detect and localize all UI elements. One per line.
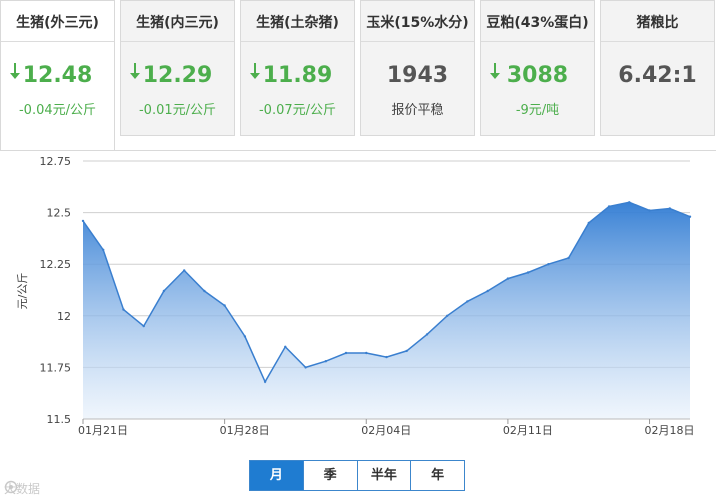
- data-point: [466, 300, 469, 303]
- data-point: [162, 289, 166, 293]
- data-point: [142, 324, 145, 328]
- y-tick-label: 11.5: [47, 413, 72, 426]
- card-value: 3088: [481, 63, 594, 88]
- card-change: -0.01元/公斤: [138, 103, 217, 118]
- card-change: -9元/吨: [515, 103, 560, 118]
- watermark: 大数据: [4, 480, 40, 497]
- y-tick-label: 12: [57, 310, 71, 323]
- price-cards: 生猪(外三元) 12.48 -0.04元/公斤 生猪(内三元) 12.29 -0…: [0, 0, 716, 150]
- data-point: [446, 314, 449, 317]
- data-point: [203, 289, 206, 293]
- card-title: 猪粮比: [636, 15, 679, 31]
- price-trend-chart: 01月21日 01月28日 02月04日 02月11日 02月18日 11.5 11.75…: [16, 155, 695, 437]
- data-point: [547, 263, 550, 266]
- card-divider: [361, 41, 474, 42]
- card-title: 生猪(外三元): [16, 15, 99, 31]
- data-point: [223, 304, 226, 307]
- card-divider: [601, 41, 714, 42]
- price-card-corn[interactable]: 玉米(15%水分) 1943 报价平稳: [360, 0, 475, 136]
- data-point: [122, 308, 125, 311]
- time-range-tabs: 月 季 半年 年: [249, 460, 465, 491]
- price-chart: 01月21日 01月28日 02月04日 02月11日 02月18日 11.5 11.75…: [0, 150, 716, 503]
- data-point: [81, 219, 85, 223]
- down-arrow-icon: [490, 63, 500, 79]
- card-value: 11.89: [241, 63, 354, 88]
- card-change: -0.04元/公斤: [18, 103, 97, 118]
- card-title: 生猪(土杂猪): [256, 15, 339, 31]
- y-tick-label: 11.75: [40, 361, 72, 374]
- x-tick-label: 02月04日: [361, 424, 411, 437]
- data-point: [324, 360, 327, 363]
- card-change: 报价平稳: [391, 103, 444, 118]
- data-point: [385, 355, 388, 359]
- tab-quarter[interactable]: 季: [303, 461, 358, 490]
- price-card-live-pig-outer[interactable]: 生猪(外三元) 12.48 -0.04元/公斤: [0, 0, 115, 150]
- price-card-soybean-meal[interactable]: 豆粕(43%蛋白) 3088 -9元/吨: [480, 0, 595, 136]
- y-tick-label: 12.25: [40, 258, 72, 271]
- data-point: [263, 380, 267, 383]
- price-card-pig-grain-ratio[interactable]: 猪粮比 6.42:1: [600, 0, 715, 136]
- price-card-live-pig-local[interactable]: 生猪(土杂猪) 11.89 -0.07元/公斤: [240, 0, 355, 136]
- tab-year[interactable]: 年: [411, 461, 464, 490]
- logo-icon: [4, 480, 18, 494]
- card-value: 1943: [386, 63, 449, 88]
- down-arrow-icon: [10, 63, 20, 79]
- y-axis-label: 元/公斤: [16, 273, 29, 310]
- data-point: [365, 351, 368, 355]
- card-divider: [241, 41, 354, 42]
- y-tick-label: 12.5: [47, 207, 72, 220]
- data-point: [284, 345, 287, 348]
- data-point: [526, 271, 530, 274]
- card-divider: [481, 41, 594, 42]
- data-point: [102, 248, 105, 251]
- down-arrow-icon: [250, 63, 260, 79]
- tab-half-year[interactable]: 半年: [357, 461, 412, 490]
- data-point: [587, 221, 590, 225]
- x-tick-label: 02月18日: [645, 424, 695, 437]
- card-change: -0.07元/公斤: [258, 103, 337, 118]
- data-point: [425, 333, 429, 336]
- price-card-live-pig-inner[interactable]: 生猪(内三元) 12.29 -0.01元/公斤: [120, 0, 235, 136]
- data-point: [243, 335, 247, 338]
- tab-month[interactable]: 月: [250, 461, 304, 490]
- data-point: [486, 289, 489, 293]
- card-value: 12.48: [1, 63, 114, 88]
- data-point: [648, 209, 651, 212]
- data-point: [668, 207, 671, 210]
- card-divider: [1, 41, 114, 42]
- data-point: [688, 215, 692, 218]
- card-title: 生猪(内三元): [136, 15, 219, 31]
- data-point: [344, 351, 348, 355]
- y-tick-label: 12.75: [40, 155, 72, 168]
- area-fill: [83, 202, 690, 419]
- data-point: [506, 277, 510, 280]
- card-title: 玉米(15%水分): [366, 15, 469, 31]
- data-point: [567, 256, 570, 260]
- data-point: [304, 366, 307, 369]
- x-tick-label: 01月21日: [78, 424, 128, 437]
- down-arrow-icon: [130, 63, 140, 79]
- x-tick-label: 01月28日: [220, 424, 270, 437]
- data-point: [607, 205, 611, 208]
- card-title: 豆粕(43%蛋白): [486, 15, 589, 31]
- card-divider: [121, 41, 234, 42]
- card-value: 12.29: [121, 63, 234, 88]
- card-value: 6.42:1: [618, 63, 697, 88]
- data-point: [628, 201, 631, 204]
- x-tick-label: 02月11日: [503, 424, 553, 437]
- data-point: [183, 269, 186, 272]
- data-point: [405, 349, 408, 353]
